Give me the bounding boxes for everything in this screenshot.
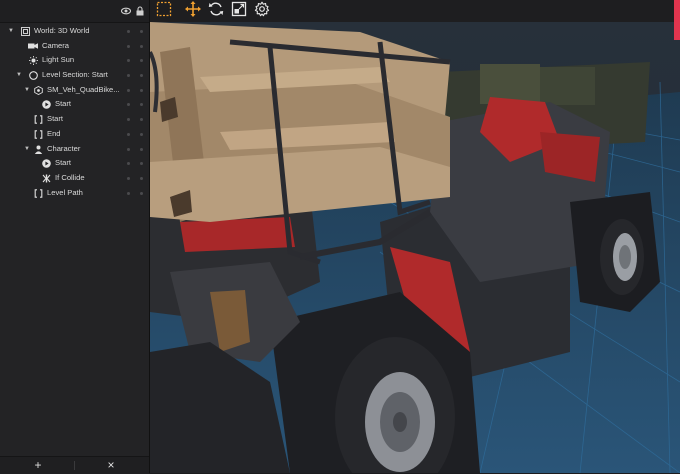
scene-render (150, 22, 680, 473)
outliner-item-label: Character (47, 143, 81, 153)
lock-toggle[interactable] (140, 191, 143, 195)
eye-icon[interactable] (120, 6, 132, 16)
visibility-toggle[interactable] (127, 132, 130, 136)
move-arrows-icon[interactable] (183, 1, 203, 21)
outliner-item-label: Start (55, 99, 72, 109)
outliner-item-label: Light Sun (42, 55, 75, 65)
outliner-item[interactable]: ▼ Level Section: Start (0, 68, 149, 83)
outliner-tree: ▼ World: 3D World Camera Light Sun ▼ Level Se… (0, 24, 149, 200)
outliner-header (0, 0, 149, 23)
visibility-toggle[interactable] (127, 162, 130, 166)
lock-toggle[interactable] (140, 59, 143, 63)
delete-button[interactable]: × (102, 457, 120, 474)
outliner-item-label: World: 3D World (34, 26, 90, 35)
add-button[interactable]: + (29, 457, 47, 474)
camera-icon (28, 42, 38, 52)
outliner-item[interactable]: ▼ World: 3D World (0, 24, 149, 39)
scale-icon[interactable] (229, 1, 249, 21)
sun-icon (28, 56, 38, 67)
play-icon (41, 100, 51, 111)
3d-viewport[interactable] (150, 22, 680, 473)
visibility-toggle[interactable] (127, 59, 130, 63)
world-icon (20, 27, 30, 38)
lock-toggle[interactable] (140, 132, 143, 136)
outliner-item-label: If Collide (55, 172, 85, 182)
bracket-icon (33, 130, 43, 141)
outliner-item[interactable]: ▼ SM_Veh_QuadBike... (0, 83, 149, 98)
outliner-item[interactable]: If Collide (0, 171, 149, 186)
visibility-toggle[interactable] (127, 30, 130, 33)
gear-icon[interactable] (252, 1, 272, 21)
bracket-icon (33, 115, 43, 126)
outliner-item[interactable]: End (0, 127, 149, 142)
play-icon (41, 159, 51, 170)
visibility-toggle[interactable] (127, 147, 130, 151)
level-section-icon (28, 71, 38, 82)
outliner-item[interactable]: Start (0, 156, 149, 171)
lock-toggle[interactable] (140, 74, 143, 78)
outliner-footer: + × (0, 456, 149, 474)
lock-toggle[interactable] (140, 103, 143, 107)
person-icon (33, 145, 43, 156)
expand-arrow-icon[interactable]: ▼ (23, 142, 31, 157)
visibility-toggle[interactable] (127, 44, 130, 48)
visibility-toggle[interactable] (127, 191, 130, 195)
outliner-item-label: End (47, 128, 61, 138)
lock-icon[interactable] (135, 6, 145, 16)
outliner-item[interactable]: Camera (0, 39, 149, 54)
lock-toggle[interactable] (140, 44, 143, 48)
visibility-toggle[interactable] (127, 88, 130, 92)
visibility-toggle[interactable] (127, 176, 130, 180)
outliner-item[interactable]: Start (0, 112, 149, 127)
window-edge-accent (674, 0, 680, 40)
lock-toggle[interactable] (140, 162, 143, 166)
expand-arrow-icon[interactable]: ▼ (15, 68, 23, 83)
visibility-toggle[interactable] (127, 118, 130, 122)
viewport-toolbar (150, 0, 680, 22)
outliner-item-label: SM_Veh_QuadBike... (47, 84, 120, 94)
outliner-item[interactable]: Light Sun (0, 53, 149, 68)
lock-toggle[interactable] (140, 147, 143, 151)
outliner-item-label: Camera (42, 40, 70, 50)
outliner-item-label: Level Section: Start (42, 70, 108, 80)
expand-arrow-icon[interactable]: ▼ (7, 24, 15, 39)
mesh-icon (33, 85, 43, 97)
lock-toggle[interactable] (140, 176, 143, 180)
outliner-item-label: Start (55, 158, 72, 168)
outliner-panel: ▼ World: 3D World Camera Light Sun ▼ Level Se… (0, 0, 150, 474)
outliner-item-label: Level Path (47, 187, 83, 197)
collide-icon (41, 174, 51, 185)
marquee-select-icon[interactable] (154, 1, 174, 21)
outliner-item[interactable]: ▼ Character (0, 142, 149, 157)
footer-divider (74, 461, 75, 470)
lock-toggle[interactable] (140, 30, 143, 33)
rotate-icon[interactable] (206, 1, 226, 21)
visibility-toggle[interactable] (127, 103, 130, 107)
lock-toggle[interactable] (140, 118, 143, 122)
outliner-item-label: Start (47, 114, 64, 124)
lock-toggle[interactable] (140, 88, 143, 92)
visibility-toggle[interactable] (127, 74, 130, 78)
outliner-item[interactable]: Start (0, 97, 149, 112)
expand-arrow-icon[interactable]: ▼ (23, 83, 31, 98)
path-icon (33, 188, 43, 200)
outliner-item[interactable]: Level Path (0, 186, 149, 201)
